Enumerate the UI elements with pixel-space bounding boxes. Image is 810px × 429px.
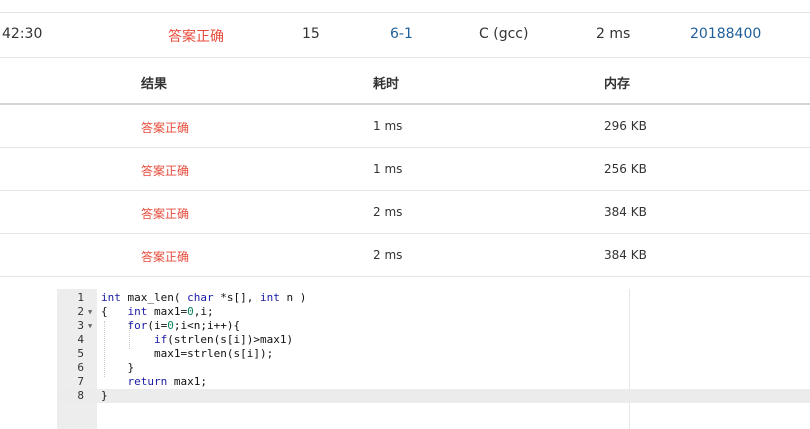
line-number: 7 — [77, 375, 84, 388]
time-column-header: 耗时 — [373, 77, 400, 92]
submission-status: 答案正确 — [168, 29, 224, 45]
runtime-value: 2 ms — [596, 26, 631, 42]
code-line[interactable]: 3 ▼ for(i=0;i<n;i++){ — [57, 319, 810, 333]
code-line[interactable]: 5 max1=strlen(s[i]); — [57, 347, 810, 361]
line-number: 2 — [77, 305, 84, 318]
fold-toggle-icon[interactable]: ▼ — [88, 305, 92, 319]
code-text: } — [101, 361, 135, 374]
problem-link[interactable]: 6-1 — [390, 26, 413, 42]
code-line[interactable]: 1 int max_len( char *s[], int n ) — [57, 291, 810, 305]
code-line[interactable]: 6 } — [57, 361, 810, 375]
fold-toggle-icon[interactable]: ▼ — [88, 319, 92, 333]
line-number: 6 — [77, 361, 84, 374]
test-results-header: 结果 耗时 内存 — [0, 57, 810, 105]
test-time: 1 ms — [373, 119, 403, 133]
test-result: 答案正确 — [141, 207, 190, 221]
result-column-header: 结果 — [141, 77, 168, 92]
line-number: 8 — [77, 389, 84, 402]
code-line-active[interactable]: 8 } — [57, 389, 810, 403]
test-time: 2 ms — [373, 205, 403, 219]
memory-column-header: 内存 — [604, 77, 631, 92]
test-result: 答案正确 — [141, 164, 190, 178]
table-row: 答案正确 2 ms 384 KB — [0, 191, 810, 234]
compiler-label: C (gcc) — [479, 26, 529, 42]
code-text: if(strlen(s[i])>max1) — [153, 333, 294, 346]
test-memory: 256 KB — [604, 162, 647, 176]
test-memory: 384 KB — [604, 248, 647, 262]
code-text: return max1; — [127, 375, 208, 388]
test-time: 1 ms — [373, 162, 403, 176]
code-text: int max_len( char *s[], int n ) — [101, 291, 307, 304]
line-number: 4 — [77, 333, 84, 346]
test-memory: 296 KB — [604, 119, 647, 133]
code-text: { int max1=0,i; — [101, 305, 214, 318]
table-row: 答案正确 2 ms 384 KB — [0, 234, 810, 277]
line-number: 1 — [77, 291, 84, 304]
test-results-table: 结果 耗时 内存 答案正确 1 ms 296 KB 答案正确 1 ms 256 … — [0, 57, 810, 277]
submission-score: 15 — [302, 26, 320, 42]
test-result: 答案正确 — [141, 250, 190, 264]
line-number: 5 — [77, 347, 84, 360]
code-line[interactable]: 4 if(strlen(s[i])>max1) — [57, 333, 810, 347]
table-row: 答案正确 1 ms 256 KB — [0, 148, 810, 191]
test-memory: 384 KB — [604, 205, 647, 219]
code-line[interactable]: 2 ▼ { int max1=0,i; — [57, 305, 810, 319]
test-result: 答案正确 — [141, 121, 190, 135]
code-text: for(i=0;i<n;i++){ — [127, 319, 241, 332]
table-row: 答案正确 1 ms 296 KB — [0, 105, 810, 148]
code-editor[interactable]: 1 int max_len( char *s[], int n ) 2 ▼ { … — [57, 289, 810, 429]
test-time: 2 ms — [373, 248, 403, 262]
code-line[interactable]: 7 return max1; — [57, 375, 810, 389]
code-text: max1=strlen(s[i]); — [101, 347, 274, 360]
submission-summary-row: 42:30 答案正确 15 6-1 C (gcc) 2 ms 20188400 — [0, 12, 810, 58]
line-number: 3 — [77, 319, 84, 332]
code-text: } — [101, 389, 108, 402]
submit-time: 42:30 — [2, 26, 43, 42]
user-link[interactable]: 20188400 — [690, 26, 761, 42]
